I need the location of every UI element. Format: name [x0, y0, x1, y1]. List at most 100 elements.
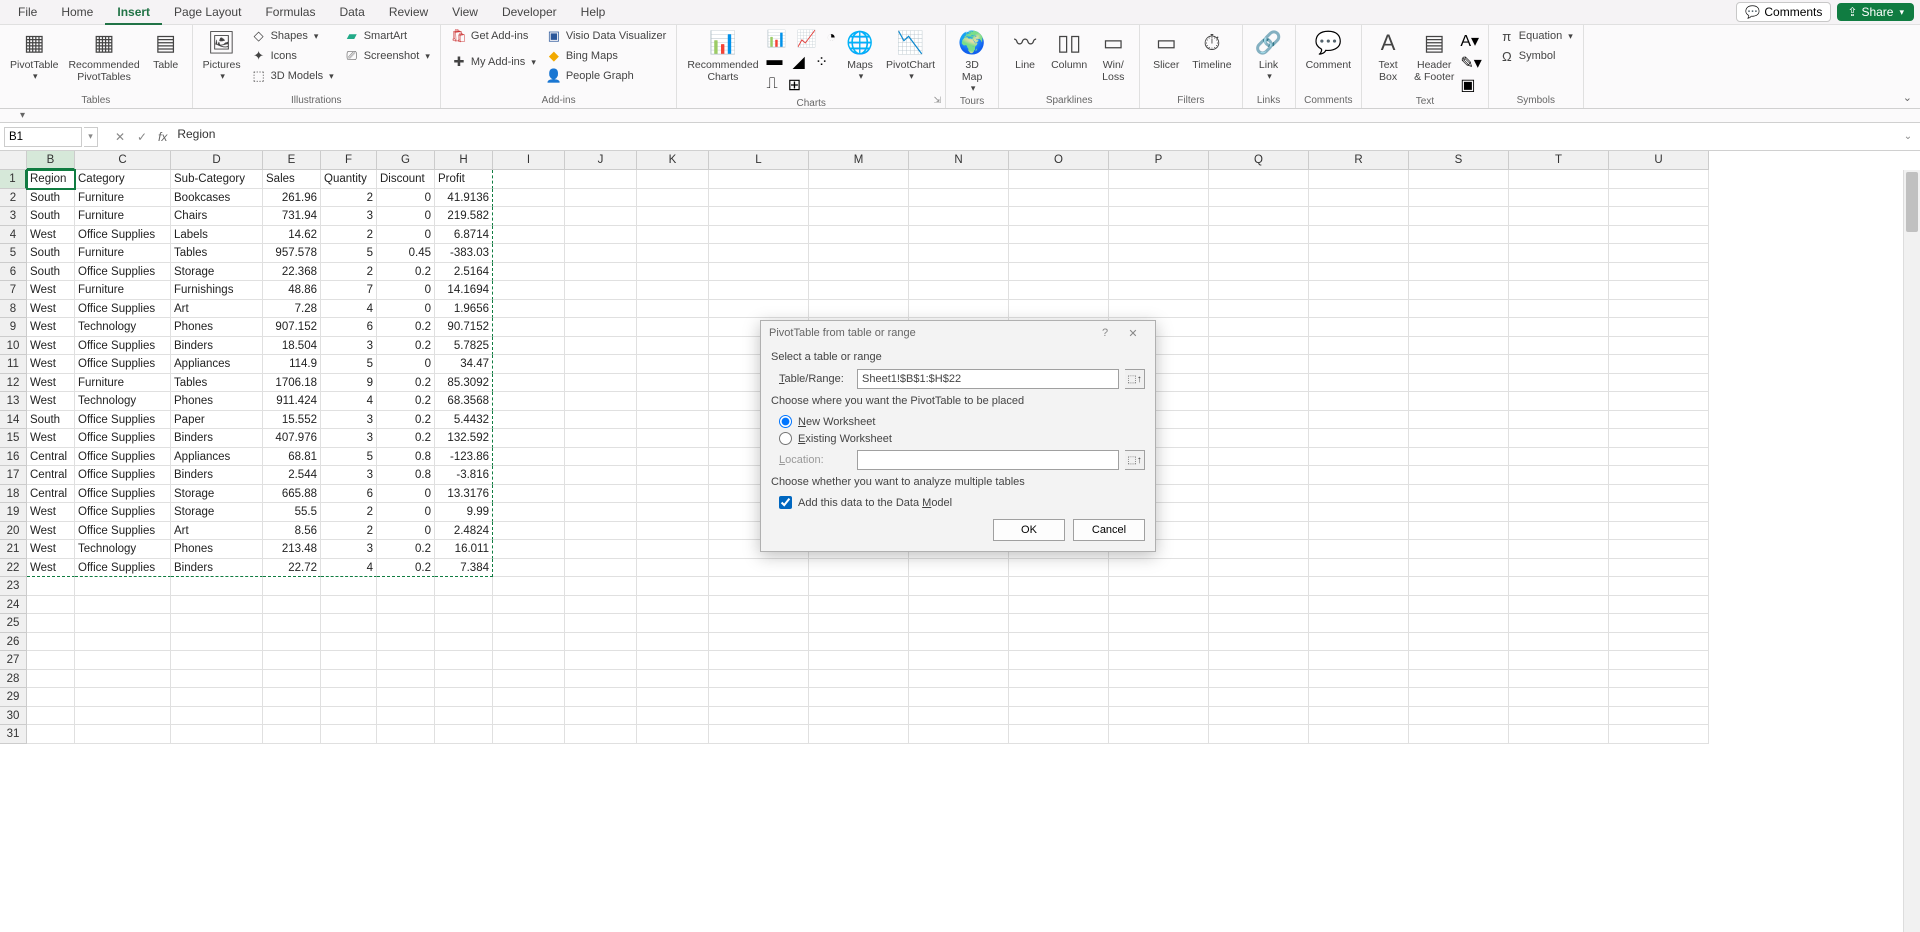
cell[interactable]	[1009, 614, 1109, 633]
cell[interactable]	[565, 540, 637, 559]
cell[interactable]: 0.2	[377, 559, 435, 578]
cell[interactable]: 8.56	[263, 522, 321, 541]
cell[interactable]: 0.2	[377, 374, 435, 393]
cell[interactable]	[263, 577, 321, 596]
cell[interactable]	[493, 559, 565, 578]
column-header-H[interactable]: H	[435, 151, 493, 170]
cell[interactable]	[1509, 170, 1609, 189]
column-header-Q[interactable]: Q	[1209, 151, 1309, 170]
cell[interactable]	[565, 485, 637, 504]
cell[interactable]: 34.47	[435, 355, 493, 374]
cell[interactable]	[637, 596, 709, 615]
cell[interactable]: Binders	[171, 337, 263, 356]
cell[interactable]	[435, 725, 493, 744]
cell[interactable]	[809, 281, 909, 300]
cell[interactable]: Binders	[171, 466, 263, 485]
cell[interactable]	[1609, 281, 1709, 300]
row-header-4[interactable]: 4	[0, 226, 27, 245]
cell[interactable]: 7.384	[435, 559, 493, 578]
cell[interactable]	[435, 707, 493, 726]
cell[interactable]	[493, 540, 565, 559]
table-range-input[interactable]: Sheet1!$B$1:$H$22	[857, 369, 1119, 389]
cell[interactable]	[1409, 466, 1509, 485]
cell[interactable]	[809, 577, 909, 596]
cell[interactable]	[1009, 559, 1109, 578]
cell[interactable]	[637, 707, 709, 726]
existing-worksheet-radio[interactable]: Existing Worksheet	[779, 430, 1145, 447]
bing-maps-button[interactable]: ◆Bing Maps	[542, 47, 670, 65]
row-header-2[interactable]: 2	[0, 189, 27, 208]
menu-tab-home[interactable]: Home	[49, 0, 105, 25]
cell[interactable]	[565, 337, 637, 356]
cell[interactable]	[1509, 651, 1609, 670]
cell[interactable]: 957.578	[263, 244, 321, 263]
cell[interactable]: 41.9136	[435, 189, 493, 208]
row-header-31[interactable]: 31	[0, 725, 27, 744]
cell[interactable]	[1109, 577, 1209, 596]
cell[interactable]	[637, 688, 709, 707]
cell[interactable]	[909, 670, 1009, 689]
cell[interactable]	[1609, 688, 1709, 707]
cell[interactable]	[565, 725, 637, 744]
cell[interactable]	[1509, 429, 1609, 448]
cell[interactable]	[1209, 448, 1309, 467]
cell[interactable]	[637, 189, 709, 208]
cell[interactable]	[1309, 559, 1409, 578]
cell[interactable]	[909, 263, 1009, 282]
cell[interactable]	[1109, 670, 1209, 689]
cell[interactable]	[493, 466, 565, 485]
cell[interactable]	[1209, 707, 1309, 726]
cell[interactable]: West	[27, 374, 75, 393]
cell[interactable]	[1509, 559, 1609, 578]
cell[interactable]	[637, 522, 709, 541]
cell[interactable]	[637, 725, 709, 744]
cell[interactable]	[1009, 207, 1109, 226]
cell[interactable]	[1409, 392, 1509, 411]
cell[interactable]	[493, 596, 565, 615]
cell[interactable]: 4	[321, 559, 377, 578]
row-header-13[interactable]: 13	[0, 392, 27, 411]
cell[interactable]	[709, 244, 809, 263]
cell[interactable]: Binders	[171, 559, 263, 578]
cell[interactable]	[1609, 263, 1709, 282]
cell[interactable]	[27, 670, 75, 689]
cell[interactable]	[493, 263, 565, 282]
cell[interactable]	[1609, 392, 1709, 411]
cell[interactable]: 0.2	[377, 318, 435, 337]
cell[interactable]	[493, 226, 565, 245]
cell[interactable]	[75, 596, 171, 615]
recommended-pivottables-button[interactable]: ▦Recommended PivotTables	[64, 27, 143, 85]
cell[interactable]: 22.368	[263, 263, 321, 282]
cell[interactable]	[435, 688, 493, 707]
cell[interactable]	[565, 411, 637, 430]
cell[interactable]: Sales	[263, 170, 321, 189]
cell[interactable]	[493, 577, 565, 596]
symbol-button[interactable]: ΩSymbol	[1495, 47, 1577, 65]
cell[interactable]: 14.1694	[435, 281, 493, 300]
cell[interactable]	[263, 614, 321, 633]
cell[interactable]: West	[27, 392, 75, 411]
cell[interactable]	[263, 596, 321, 615]
cell[interactable]	[75, 688, 171, 707]
column-header-P[interactable]: P	[1109, 151, 1209, 170]
select-all-triangle[interactable]	[0, 151, 27, 170]
cell[interactable]	[709, 670, 809, 689]
cell[interactable]	[377, 707, 435, 726]
cell[interactable]	[1209, 411, 1309, 430]
cell[interactable]	[1209, 189, 1309, 208]
cell[interactable]	[1609, 614, 1709, 633]
cell[interactable]	[1209, 614, 1309, 633]
cell[interactable]	[1509, 300, 1609, 319]
cell[interactable]	[1209, 670, 1309, 689]
cell[interactable]	[1109, 170, 1209, 189]
cell[interactable]	[637, 207, 709, 226]
cell[interactable]	[1409, 374, 1509, 393]
row-header-24[interactable]: 24	[0, 596, 27, 615]
cell[interactable]	[1609, 374, 1709, 393]
cell[interactable]	[565, 244, 637, 263]
cell[interactable]: 2.544	[263, 466, 321, 485]
cell[interactable]	[1509, 633, 1609, 652]
dialog-titlebar[interactable]: PivotTable from table or range ? ✕	[761, 321, 1155, 345]
cell[interactable]: 90.7152	[435, 318, 493, 337]
cell[interactable]	[1109, 707, 1209, 726]
